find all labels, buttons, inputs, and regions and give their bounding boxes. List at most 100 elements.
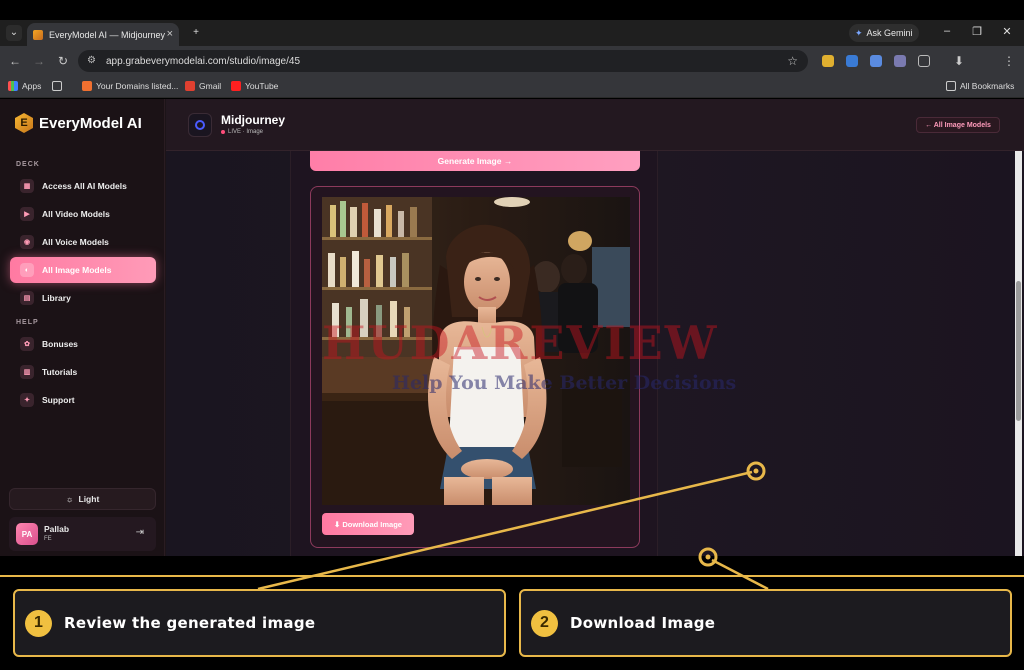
section-deck: DECK [16,161,40,168]
extension-3-icon[interactable] [870,55,882,67]
sidebar-item-label: Support [42,395,75,405]
user-card[interactable]: PA Pallab FE ⇥ [9,517,156,551]
scrollbar-thumb[interactable] [1016,281,1021,421]
site-favicon-icon [33,29,43,40]
tab-title: EveryModel AI — Midjourney [49,29,166,40]
sidebar-item-label: All Voice Models [42,237,109,247]
apps-grid-icon [8,81,18,91]
tutorials-icon: ▥ [20,365,34,379]
download-icon[interactable]: ⬇ [952,54,966,68]
extension-2-icon[interactable] [846,55,858,67]
generate-image-button[interactable]: Generate Image → [310,151,640,171]
light-mode-toggle[interactable]: ☼ Light [9,488,156,510]
user-plan: FE [44,536,52,542]
bookmark-gmail-label: Gmail [199,81,222,91]
sidebar-item-all-voice-models[interactable]: ◉ All Voice Models [10,229,156,255]
bookmark-domains-label: Your Domains listed... [96,81,179,91]
library-icon: ▤ [20,291,34,305]
window-close-icon[interactable]: ✕ [999,25,1015,38]
back-icon[interactable]: ← [8,54,22,68]
extension-1-icon[interactable] [822,55,834,67]
light-toggle-label: Light [78,494,100,504]
watermark-brand: HUDAREVIEW [322,316,719,370]
bookmark-star-icon[interactable]: ☆ [787,54,798,68]
step-text: Download Image [570,614,716,632]
sun-icon: ☼ [65,494,74,504]
ask-gemini-button[interactable]: ✦ Ask Gemini [849,24,919,42]
sidebar-item-all-image-models[interactable]: ◐ All Image Models [10,257,156,283]
tab-search-icon[interactable]: ⌄ [6,25,22,41]
url-input[interactable]: ⚙ app.grabeverymodelai.com/studio/image/… [78,50,808,72]
bookmark-youtube[interactable]: YouTube [231,81,278,91]
sidebar-item-label: Access All AI Models [42,181,127,191]
site-info-icon[interactable]: ⚙ [87,55,96,66]
domains-favicon-icon [82,81,92,91]
scrollbar[interactable] [1015,151,1022,556]
all-bookmarks[interactable]: All Bookmarks [946,81,1014,91]
sidebar-item-label: Tutorials [42,367,78,377]
live-dot-icon [221,130,225,134]
tutorial-divider [0,575,1024,577]
extensions-puzzle-icon[interactable] [918,55,930,67]
status-text: LIVE · Image [228,129,264,135]
gift-icon: ✿ [20,337,34,351]
step-number-badge: 2 [531,609,558,637]
image-icon: ◐ [20,263,34,277]
sidebar-item-label: Bonuses [42,339,78,349]
extension-4-icon[interactable] [894,55,906,67]
reload-icon[interactable]: ↻ [56,54,70,68]
forward-icon[interactable]: → [32,54,46,68]
download-image-button[interactable]: ⬇ Download Image [322,513,414,535]
tutorial-step-1: 1 Review the generated image [13,589,506,657]
logo-text: EveryModel AI [39,114,142,132]
bookmark-gmail[interactable]: Gmail [185,81,221,91]
bookmark-domains[interactable]: Your Domains listed... [82,81,178,91]
bookmark-youtube-label: YouTube [245,81,279,91]
page-title: Midjourney [221,113,286,127]
section-help: HELP [16,319,39,326]
browser-tab-bar: ⌄ EveryModel AI — Midjourney × + ✦ Ask G… [0,20,1024,46]
play-icon: ▶ [20,207,34,221]
grid-icon: ▦ [20,179,34,193]
close-tab-icon[interactable]: × [167,28,173,40]
model-header: Midjourney LIVE · Image ← All Image Mode… [166,99,1024,151]
ask-gemini-label: Ask Gemini [866,28,913,38]
sidebar-item-library[interactable]: ▤ Library [10,285,156,311]
menu-kebab-icon[interactable]: ⋮ [1002,54,1016,68]
gmail-icon [185,81,195,91]
app-logo[interactable]: E EveryModel AI [15,113,142,133]
logout-icon[interactable]: ⇥ [136,527,144,538]
minimize-icon[interactable]: – [939,25,955,37]
midjourney-icon [188,113,212,137]
back-to-image-models-button[interactable]: ← All Image Models [916,117,1000,133]
address-toolbar: ← → ↻ ⚙ app.grabeverymodelai.com/studio/… [0,46,1024,76]
sidebar-item-support[interactable]: ✦ Support [10,387,156,413]
sidebar-item-label: All Video Models [42,209,110,219]
sidebar: E EveryModel AI DECK ▦ Access All AI Mod… [0,99,165,556]
sidebar-item-tutorials[interactable]: ▥ Tutorials [10,359,156,385]
bookmark-apps[interactable]: Apps [8,81,41,91]
tab-groups-icon[interactable] [52,81,62,91]
sidebar-item-label: Library [42,293,71,303]
all-bookmarks-label: All Bookmarks [960,81,1015,91]
groups-icon [52,81,62,91]
voice-icon: ◉ [20,235,34,249]
status-badge: LIVE · Image [221,129,263,135]
sidebar-item-access-all-ai-models[interactable]: ▦ Access All AI Models [10,173,156,199]
sidebar-item-all-video-models[interactable]: ▶ All Video Models [10,201,156,227]
everymodel-logo-icon: E [15,113,33,133]
youtube-icon [231,81,241,91]
step-number-badge: 1 [25,609,52,637]
bookmark-apps-label: Apps [22,81,42,91]
sidebar-item-bonuses[interactable]: ✿ Bonuses [10,331,156,357]
browser-tab[interactable]: EveryModel AI — Midjourney × [27,23,179,46]
restore-icon[interactable]: ❐ [969,25,985,38]
step-text: Review the generated image [64,614,316,632]
watermark-tagline: Help You Make Better Decisions [392,372,737,394]
sidebar-item-label: All Image Models [42,265,112,275]
gemini-spark-icon: ✦ [855,27,863,38]
folder-icon [946,81,956,91]
new-tab-icon[interactable]: + [188,25,204,41]
tutorial-step-2: 2 Download Image [519,589,1012,657]
support-icon: ✦ [20,393,34,407]
